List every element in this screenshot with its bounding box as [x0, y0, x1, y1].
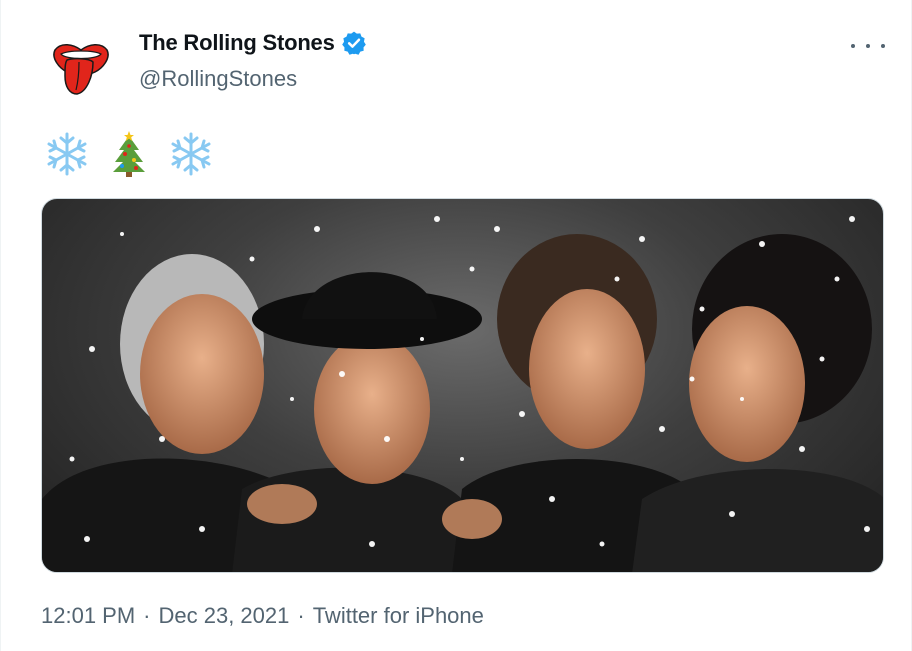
- band-photo: [42, 216, 883, 572]
- tweet-time[interactable]: 12:01 PM: [41, 603, 135, 629]
- more-dot-icon: [851, 44, 855, 48]
- tweet-source[interactable]: Twitter for iPhone: [313, 603, 484, 629]
- more-dot-icon: [881, 44, 885, 48]
- tweet-media-image[interactable]: [41, 198, 884, 573]
- tweet-metadata: 12:01 PM · Dec 23, 2021 · Twitter for iP…: [41, 603, 484, 629]
- more-options-button[interactable]: [851, 34, 885, 58]
- more-dot-icon: [866, 44, 870, 48]
- author-name-row[interactable]: The Rolling Stones: [139, 30, 367, 56]
- tongue-logo-icon: [43, 28, 119, 104]
- christmas-tree-icon: [113, 131, 145, 177]
- verified-badge-icon: [341, 31, 366, 55]
- snowflake-icon: [47, 132, 87, 176]
- meta-separator: ·: [143, 603, 151, 628]
- tweet-date[interactable]: Dec 23, 2021: [159, 603, 290, 629]
- author-avatar[interactable]: [43, 28, 119, 104]
- tweet-text: [45, 130, 213, 178]
- tweet-card: The Rolling Stones @RollingStones 12:01 …: [0, 0, 912, 651]
- author-handle[interactable]: @RollingStones: [139, 66, 297, 92]
- meta-separator: ·: [297, 603, 305, 628]
- author-display-name[interactable]: The Rolling Stones: [139, 30, 335, 56]
- snowflake-icon: [171, 132, 211, 176]
